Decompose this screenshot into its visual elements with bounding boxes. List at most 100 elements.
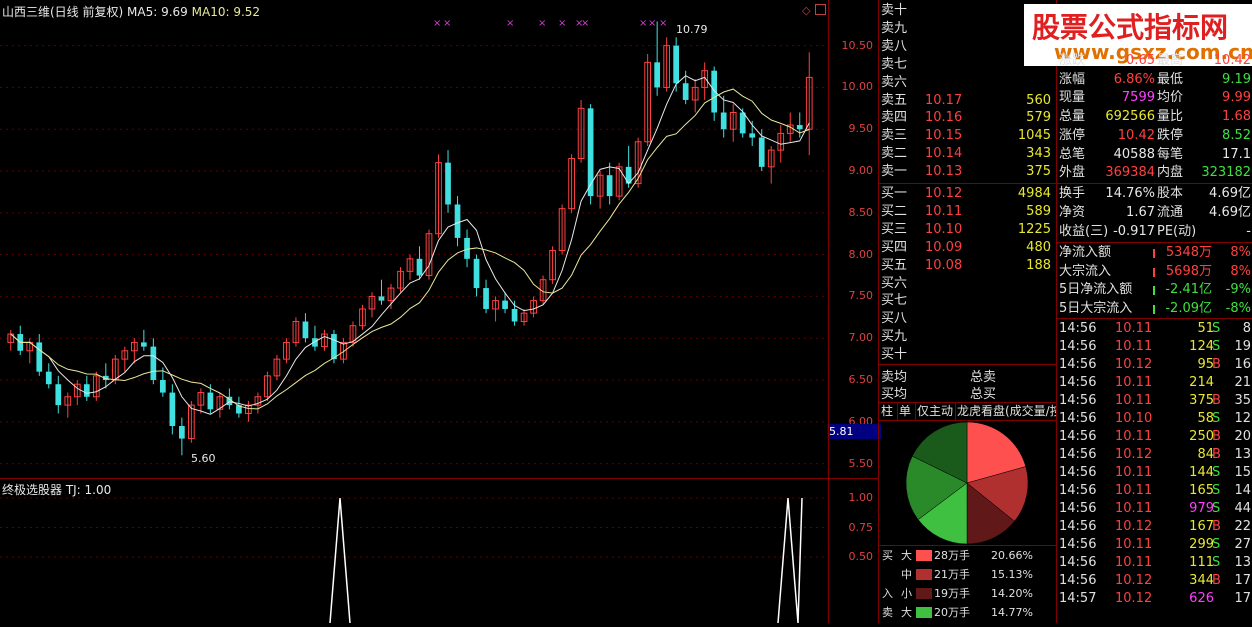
fund-flow-row: 大宗流入 5698万 8% [1057, 263, 1252, 281]
orderbook-row[interactable]: 买五 10.08 188 [879, 257, 1055, 274]
tab-bar[interactable]: 柱 [879, 403, 898, 420]
orderbook-row[interactable]: 卖六 [879, 74, 1055, 91]
orderbook-row[interactable]: 卖四 10.16 579 [879, 109, 1055, 126]
orderbook-row[interactable]: 买六 [879, 275, 1055, 292]
candle-body [83, 384, 90, 397]
candle-body [45, 371, 52, 385]
quote-value: 1.67 [1126, 205, 1155, 220]
fund-flow-value: 5698万 [1165, 263, 1212, 279]
tick-row[interactable]: 14:56 10.12 95 B 16 [1057, 356, 1252, 374]
tick-row[interactable]: 14:56 10.11 299 S 27 [1057, 536, 1252, 554]
tick-time: 14:56 [1059, 483, 1097, 498]
orderbook-row[interactable]: 买一 10.12 4984 [879, 185, 1055, 202]
tick-row[interactable]: 14:56 10.12 84 B 13 [1057, 446, 1252, 464]
tick-time: 14:56 [1059, 429, 1097, 444]
ob-volume: 589 [1026, 203, 1051, 219]
tick-price: 10.11 [1115, 483, 1153, 498]
kline-chart[interactable]: × × × × × × × × × × [0, 0, 828, 478]
tick-row[interactable]: 14:56 10.10 58 S 12 [1057, 410, 1252, 428]
tick-row[interactable]: 14:56 10.11 375 B 35 [1057, 392, 1252, 410]
tj-spike [329, 497, 351, 624]
orderbook-row[interactable]: 买十 [879, 346, 1055, 363]
kline-svg[interactable]: × × × × × ×× × × × [0, 0, 828, 478]
orderbook-row[interactable]: 买九 [879, 328, 1055, 345]
tick-volume: 626 [1189, 591, 1214, 606]
candle-body [749, 133, 756, 138]
tab-single[interactable]: 单 [897, 403, 916, 420]
tick-row[interactable]: 14:56 10.11 165 S 14 [1057, 482, 1252, 500]
tick-price: 10.11 [1115, 321, 1153, 336]
quote-value: -0.917 [1113, 224, 1155, 239]
tick-row[interactable]: 14:57 10.12 626 17 [1057, 590, 1252, 608]
tab-active-only[interactable]: 仅主动 [915, 403, 956, 420]
tick-time: 14:56 [1059, 555, 1097, 570]
quote-label: 最高 [1157, 53, 1184, 68]
tick-time: 14:56 [1059, 339, 1097, 354]
tick-count: 35 [1234, 393, 1251, 408]
tick-count: 27 [1234, 537, 1251, 552]
tick-row[interactable]: 14:56 10.12 344 B 17 [1057, 572, 1252, 590]
tick-side: S [1212, 555, 1221, 570]
quote-label: 均价 [1157, 90, 1184, 106]
price-axis-label: 8.00 [848, 247, 874, 261]
orderbook-row[interactable]: 卖二 10.14 343 [879, 145, 1055, 162]
tick-side: S [1212, 339, 1221, 354]
price-axis-label: 6.50 [848, 373, 874, 387]
tj-spike [777, 497, 803, 624]
ob-price: 10.15 [925, 128, 963, 144]
tick-row[interactable]: 14:56 10.11 111 S 13 [1057, 554, 1252, 572]
tick-side: S [1212, 483, 1221, 498]
flow-size: 中 [901, 568, 912, 581]
flow-percent: 20.66% [991, 549, 1033, 562]
candle-body [150, 346, 157, 381]
tick-count: 16 [1234, 357, 1251, 372]
tick-time: 14:56 [1059, 537, 1097, 552]
candle-body [331, 334, 337, 360]
ob-volume: 188 [1026, 257, 1051, 273]
quote-label: 净资 [1059, 205, 1086, 220]
orderbook-row[interactable]: 卖一 10.13 375 [879, 163, 1055, 180]
candle-body [796, 125, 803, 130]
fund-flow-pct: -9% [1225, 282, 1251, 297]
candle-body [711, 70, 718, 113]
fund-flow-bar [1153, 267, 1155, 277]
orderbook-row[interactable]: 买二 10.11 589 [879, 203, 1055, 220]
square-icon[interactable] [815, 4, 826, 15]
indicator-title: 终极选股器 TJ: 1.00 [2, 483, 112, 497]
tab-dragon-tiger[interactable]: 龙虎看盘(成交量/按 [955, 403, 1056, 420]
flow-row: 买大 28万手 20.66% [879, 546, 1056, 565]
quote-label: PE(动) [1157, 224, 1197, 239]
ma5-line [10, 75, 810, 415]
ob-price: 10.12 [925, 186, 963, 201]
orderbook-row[interactable]: 买七 [879, 292, 1055, 309]
signal-marker: × [558, 18, 566, 29]
orderbook-row[interactable]: 买八 [879, 310, 1055, 327]
orderbook-row[interactable]: 卖五 10.17 560 [879, 92, 1055, 109]
quote-value: 7599 [1121, 90, 1155, 106]
tick-count: 8 [1242, 321, 1251, 336]
tick-row[interactable]: 14:56 10.11 51 S 8 [1057, 320, 1252, 338]
orderbook-row[interactable]: 卖三 10.15 1045 [879, 127, 1055, 144]
candle-body [758, 137, 765, 167]
stock-title: 山西三维(日线 前复权) [2, 5, 124, 19]
ob-price: 10.17 [925, 92, 963, 108]
diamond-icon[interactable]: ◇ [802, 4, 810, 17]
flow-percent: 15.13% [991, 568, 1033, 581]
tick-row[interactable]: 14:56 10.11 979 S 44 [1057, 500, 1252, 518]
candle-body [454, 204, 461, 238]
tick-row[interactable]: 14:56 10.11 124 S 19 [1057, 338, 1252, 356]
fund-flow-pct: -8% [1225, 300, 1251, 316]
indicator-pane[interactable] [0, 478, 828, 624]
ob-label: 买六 [881, 275, 908, 291]
tick-volume: 214 [1189, 375, 1214, 390]
orderbook-row[interactable]: 买三 10.10 1225 [879, 221, 1055, 238]
tick-side: S [1212, 537, 1221, 552]
tick-volume: 375 [1189, 393, 1214, 408]
tick-row[interactable]: 14:56 10.11 250 B 20 [1057, 428, 1252, 446]
tick-row[interactable]: 14:56 10.11 144 S 15 [1057, 464, 1252, 482]
tick-row[interactable]: 14:56 10.11 214 21 [1057, 374, 1252, 392]
quote-row: 外盘 369384 内盘 323182 [1057, 164, 1252, 182]
orderbook-row[interactable]: 买四 10.09 480 [879, 239, 1055, 256]
tick-row[interactable]: 14:56 10.12 167 B 22 [1057, 518, 1252, 536]
flow-amount: 28万手 [934, 549, 970, 562]
